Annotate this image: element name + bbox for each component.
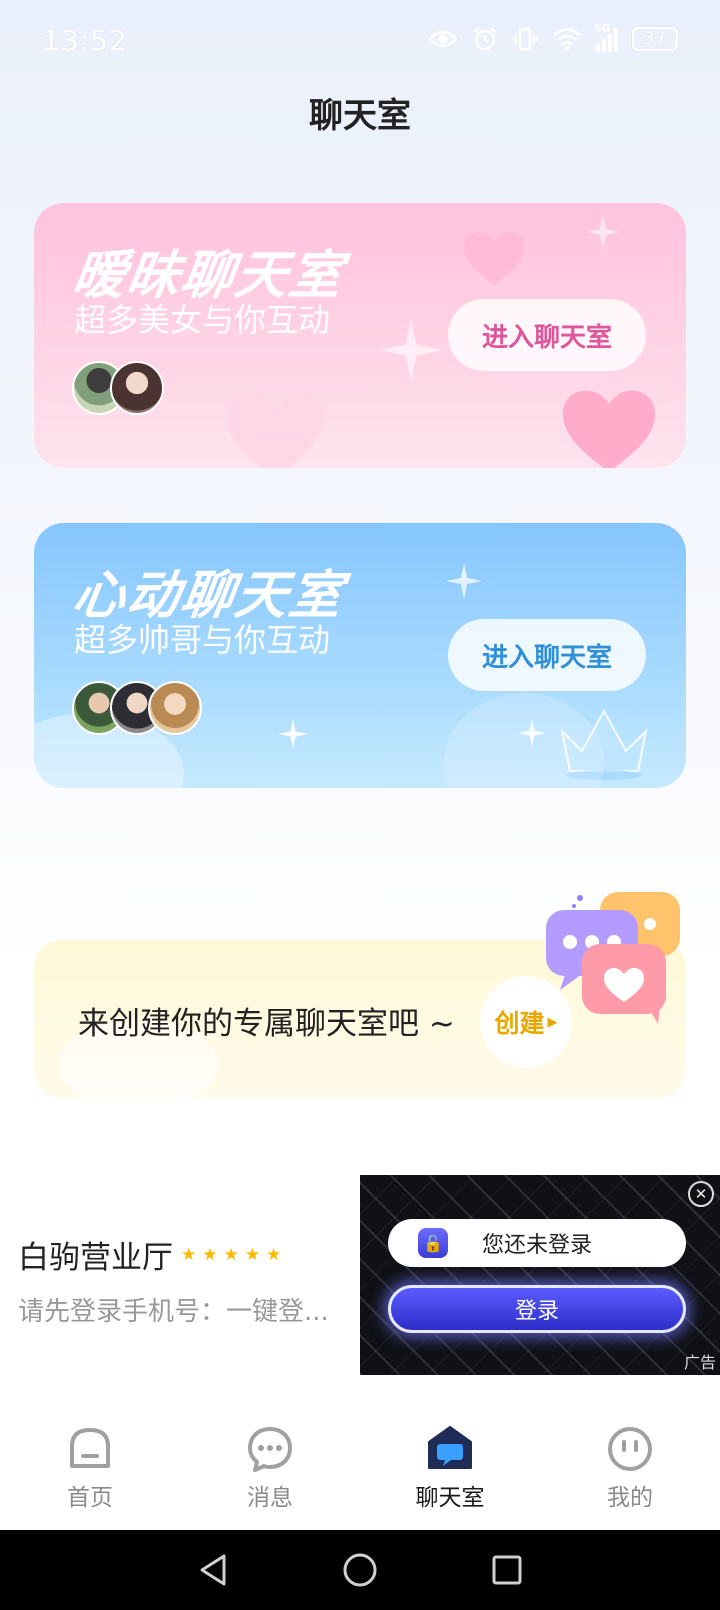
sparkle-decoration-icon xyxy=(380,319,442,381)
nav-label: 聊天室 xyxy=(415,1485,485,1511)
heart-decoration-icon xyxy=(562,390,656,468)
status-time: 13:52 xyxy=(42,24,128,57)
ad-tag: 广告 xyxy=(683,1353,716,1372)
room-subtitle: 超多帅哥与你互动 xyxy=(74,621,331,659)
nav-label: 我的 xyxy=(607,1485,653,1511)
enter-room-button[interactable]: 进入聊天室 xyxy=(448,619,646,691)
nav-label: 首页 xyxy=(67,1485,113,1511)
ad-login-status: 🔓 您还未登录 xyxy=(388,1219,686,1267)
message-icon xyxy=(248,1427,292,1472)
recents-icon[interactable] xyxy=(490,1553,524,1587)
lock-icon: 🔓 xyxy=(418,1228,448,1258)
rating-stars: ★★★★★ xyxy=(181,1244,288,1265)
chat-bubbles-icon xyxy=(546,892,680,1024)
signal-icon: 5G xyxy=(594,22,618,52)
nav-messages[interactable]: 消息 xyxy=(180,1408,360,1530)
nav-home[interactable]: 首页 xyxy=(0,1408,180,1530)
sparkle-decoration-icon xyxy=(586,215,620,249)
heart-decoration-icon xyxy=(226,392,324,468)
chatroom-icon xyxy=(428,1426,472,1469)
ad-app-name-row: 白驹营业厅 ★★★★★ xyxy=(18,1232,329,1277)
ad-banner[interactable]: ✕ 🔓 您还未登录 登录 广告 xyxy=(360,1175,720,1375)
enter-room-button[interactable]: 进入聊天室 xyxy=(448,299,646,371)
alarm-icon xyxy=(474,27,496,51)
nav-label: 消息 xyxy=(247,1485,293,1511)
close-icon[interactable]: ✕ xyxy=(688,1181,714,1207)
avatar xyxy=(148,681,202,735)
status-icons: 5G 37 xyxy=(428,22,678,52)
create-button-label: 创建 xyxy=(494,1009,545,1038)
back-icon[interactable] xyxy=(196,1552,230,1588)
avatar-group xyxy=(72,361,164,415)
system-nav-bar xyxy=(0,1530,720,1610)
room-card-heartbeat[interactable]: 心动聊天室 超多帅哥与你互动 进入聊天室 xyxy=(34,523,686,788)
wifi-icon xyxy=(553,28,581,50)
sparkle-decoration-icon xyxy=(278,719,308,749)
network-type: 5G xyxy=(594,22,611,35)
room-card-ambiguous[interactable]: 暧昧聊天室 超多美女与你互动 进入聊天室 xyxy=(34,203,686,468)
ad-app-name: 白驹营业厅 xyxy=(18,1240,173,1276)
profile-icon xyxy=(608,1427,652,1471)
battery-icon: 37 xyxy=(632,27,678,51)
page-title: 聊天室 xyxy=(309,96,411,136)
home-icon xyxy=(70,1428,110,1468)
ad-description: 请先登录手机号：一键登... xyxy=(18,1297,329,1327)
ad-info[interactable]: 白驹营业厅 ★★★★★ 请先登录手机号：一键登... xyxy=(18,1232,329,1328)
create-room-prompt: 来创建你的专属聊天室吧 ~ xyxy=(78,1006,455,1042)
heart-decoration-icon xyxy=(464,232,524,285)
avatar-group xyxy=(72,681,202,735)
ad-login-status-text: 您还未登录 xyxy=(482,1233,593,1258)
vibrate-icon xyxy=(512,27,538,51)
avatar xyxy=(110,361,164,415)
eye-icon xyxy=(428,30,458,48)
status-bar: 13:52 5G 37 xyxy=(0,0,720,84)
nav-chatroom[interactable]: 聊天室 xyxy=(360,1408,540,1530)
sparkle-decoration-icon xyxy=(446,563,482,599)
home-circle-icon[interactable] xyxy=(341,1551,379,1589)
ad-login-button[interactable]: 登录 xyxy=(388,1285,686,1333)
nav-profile[interactable]: 我的 xyxy=(540,1408,720,1530)
bottom-nav: 首页 消息 聊天室 我的 xyxy=(0,1408,720,1530)
room-subtitle: 超多美女与你互动 xyxy=(74,301,331,339)
